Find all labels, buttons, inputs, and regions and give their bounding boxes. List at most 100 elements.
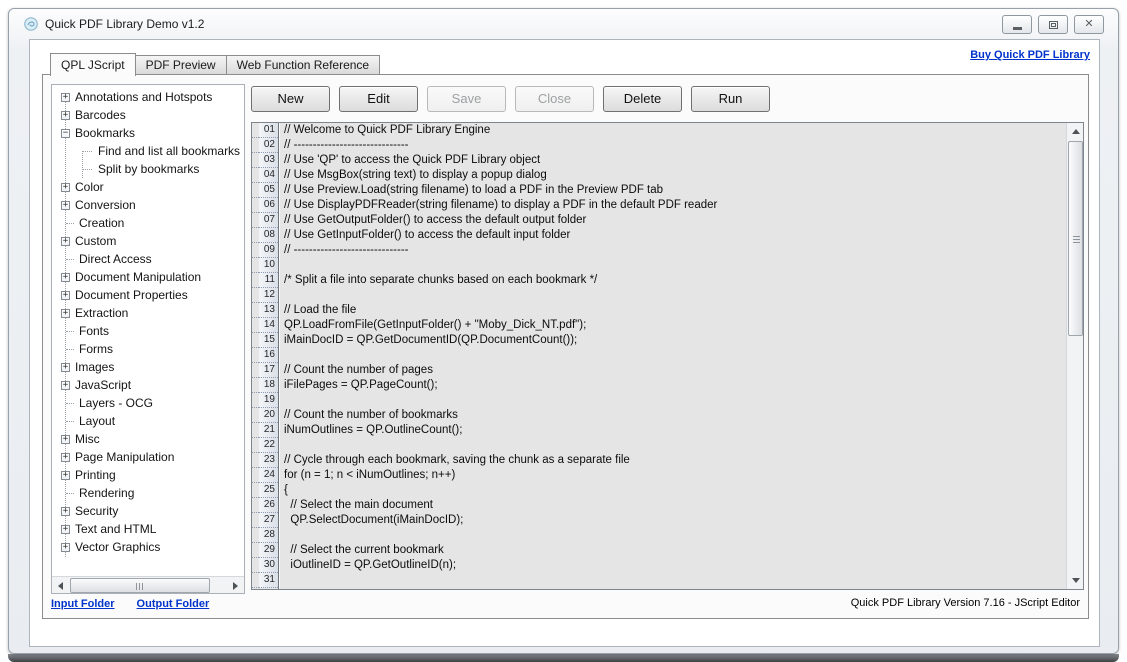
expand-icon[interactable]: + bbox=[61, 201, 70, 210]
tree-item-creation[interactable]: Creation bbox=[52, 214, 244, 232]
code-line[interactable]: // Count the number of bookmarks bbox=[280, 408, 1066, 423]
jscript-code-editor[interactable]: 0102030405060708091011121314151617181920… bbox=[251, 122, 1084, 590]
tree-item-bookmarks[interactable]: −Bookmarks bbox=[52, 124, 244, 142]
tree-item-misc[interactable]: +Misc bbox=[52, 430, 244, 448]
expand-icon[interactable]: + bbox=[61, 525, 70, 534]
tree-item-rendering[interactable]: Rendering bbox=[52, 484, 244, 502]
tree-item-extraction[interactable]: +Extraction bbox=[52, 304, 244, 322]
expand-icon[interactable]: + bbox=[61, 111, 70, 120]
code-line[interactable]: iNumOutlines = QP.OutlineCount(); bbox=[280, 423, 1066, 438]
expand-icon[interactable]: + bbox=[61, 183, 70, 192]
tree-item-document-manipulation[interactable]: +Document Manipulation bbox=[52, 268, 244, 286]
code-line[interactable]: { bbox=[280, 483, 1066, 498]
tree-item-security[interactable]: +Security bbox=[52, 502, 244, 520]
code-line[interactable]: // Welcome to Quick PDF Library Engine bbox=[280, 123, 1066, 138]
expand-icon[interactable]: + bbox=[61, 453, 70, 462]
tree-item-direct-access[interactable]: Direct Access bbox=[52, 250, 244, 268]
code-line[interactable]: // Cycle through each bookmark, saving t… bbox=[280, 453, 1066, 468]
expand-icon[interactable]: + bbox=[61, 237, 70, 246]
maximize-button[interactable] bbox=[1038, 15, 1068, 34]
tree-item-images[interactable]: +Images bbox=[52, 358, 244, 376]
tree-item-conversion[interactable]: +Conversion bbox=[52, 196, 244, 214]
tree-item-printing[interactable]: +Printing bbox=[52, 466, 244, 484]
expand-icon[interactable]: + bbox=[61, 543, 70, 552]
tree-item-find-and-list-all-bookmarks[interactable]: Find and list all bookmarks bbox=[52, 142, 244, 160]
output-folder-link[interactable]: Output Folder bbox=[137, 598, 210, 610]
tree-item-forms[interactable]: Forms bbox=[52, 340, 244, 358]
tab-pdf-preview[interactable]: PDF Preview bbox=[136, 55, 227, 75]
tree-horizontal-scrollbar[interactable] bbox=[52, 576, 244, 593]
code-line[interactable]: iFilePages = QP.PageCount(); bbox=[280, 378, 1066, 393]
code-line[interactable]: // Use GetOutputFolder() to access the d… bbox=[280, 213, 1066, 228]
code-line[interactable]: // Load the file bbox=[280, 303, 1066, 318]
code-line[interactable]: // Count the number of pages bbox=[280, 363, 1066, 378]
tree-item-vector-graphics[interactable]: +Vector Graphics bbox=[52, 538, 244, 556]
code-line[interactable]: /* Split a file into separate chunks bas… bbox=[280, 273, 1066, 288]
tree-item-page-manipulation[interactable]: +Page Manipulation bbox=[52, 448, 244, 466]
expand-icon[interactable]: + bbox=[61, 309, 70, 318]
expand-icon[interactable]: + bbox=[61, 273, 70, 282]
expand-icon[interactable]: + bbox=[61, 471, 70, 480]
code-line[interactable] bbox=[280, 258, 1066, 273]
close-button[interactable]: ✕ bbox=[1074, 15, 1104, 34]
expand-icon[interactable]: + bbox=[61, 381, 70, 390]
title-bar[interactable]: Quick PDF Library Demo v1.2 ✕ bbox=[9, 9, 1118, 39]
buy-quick-pdf-library-link[interactable]: Buy Quick PDF Library bbox=[970, 49, 1090, 61]
tree-item-annotations-and-hotspots[interactable]: +Annotations and Hotspots bbox=[52, 88, 244, 106]
edit-button[interactable]: Edit bbox=[339, 86, 418, 112]
code-line[interactable]: QP.LoadFromFile(GetInputFolder() + "Moby… bbox=[280, 318, 1066, 333]
code-line[interactable]: // Use GetInputFolder() to access the de… bbox=[280, 228, 1066, 243]
tree-item-split-by-bookmarks[interactable]: Split by bookmarks bbox=[52, 160, 244, 178]
code-line[interactable] bbox=[280, 393, 1066, 408]
minimize-button[interactable] bbox=[1002, 15, 1032, 34]
code-line[interactable] bbox=[280, 348, 1066, 363]
tab-qpl-jscript[interactable]: QPL JScript bbox=[50, 53, 136, 76]
tree-scrollbar-thumb[interactable] bbox=[70, 578, 210, 593]
expand-icon[interactable]: + bbox=[61, 363, 70, 372]
code-line[interactable] bbox=[280, 528, 1066, 543]
code-line[interactable]: // Use MsgBox(string text) to display a … bbox=[280, 168, 1066, 183]
line-number-cell: 03 bbox=[252, 153, 278, 168]
editor-scrollbar-thumb[interactable] bbox=[1068, 141, 1083, 336]
scroll-down-arrow[interactable] bbox=[1067, 572, 1084, 589]
tree-item-custom[interactable]: +Custom bbox=[52, 232, 244, 250]
code-line[interactable] bbox=[280, 288, 1066, 303]
tree-item-document-properties[interactable]: +Document Properties bbox=[52, 286, 244, 304]
tree-item-fonts[interactable]: Fonts bbox=[52, 322, 244, 340]
input-folder-link[interactable]: Input Folder bbox=[51, 598, 115, 610]
expand-icon[interactable]: + bbox=[61, 507, 70, 516]
new-button[interactable]: New bbox=[251, 86, 330, 112]
collapse-icon[interactable]: − bbox=[61, 129, 70, 138]
code-line[interactable] bbox=[280, 573, 1066, 588]
scroll-up-arrow[interactable] bbox=[1067, 123, 1084, 140]
tree-item-barcodes[interactable]: +Barcodes bbox=[52, 106, 244, 124]
scroll-left-arrow[interactable] bbox=[52, 577, 69, 594]
code-line[interactable]: // Select the main document bbox=[280, 498, 1066, 513]
tree-item-color[interactable]: +Color bbox=[52, 178, 244, 196]
code-line[interactable] bbox=[280, 438, 1066, 453]
expand-icon[interactable]: + bbox=[61, 435, 70, 444]
code-line[interactable]: for (n = 1; n < iNumOutlines; n++) bbox=[280, 468, 1066, 483]
code-line[interactable]: // Use 'QP' to access the Quick PDF Libr… bbox=[280, 153, 1066, 168]
delete-button[interactable]: Delete bbox=[603, 86, 682, 112]
scroll-right-arrow[interactable] bbox=[227, 577, 244, 594]
tree-item-text-and-html[interactable]: +Text and HTML bbox=[52, 520, 244, 538]
code-line[interactable]: // ------------------------------ bbox=[280, 243, 1066, 258]
code-line[interactable]: iMainDocID = QP.GetDocumentID(QP.Documen… bbox=[280, 333, 1066, 348]
code-line[interactable]: iOutlineID = QP.GetOutlineID(n); bbox=[280, 558, 1066, 573]
tree-item-javascript[interactable]: +JavaScript bbox=[52, 376, 244, 394]
tab-web-function-reference[interactable]: Web Function Reference bbox=[227, 55, 381, 75]
code-line[interactable]: // ------------------------------ bbox=[280, 138, 1066, 153]
tree-item-layout[interactable]: Layout bbox=[52, 412, 244, 430]
code-line[interactable]: // Use DisplayPDFReader(string filename)… bbox=[280, 198, 1066, 213]
tree-item-layers-ocg[interactable]: Layers - OCG bbox=[52, 394, 244, 412]
expand-icon[interactable]: + bbox=[61, 93, 70, 102]
editor-vertical-scrollbar[interactable] bbox=[1066, 123, 1083, 589]
tree-connector bbox=[66, 331, 74, 332]
code-line[interactable]: QP.SelectDocument(iMainDocID); bbox=[280, 513, 1066, 528]
run-button[interactable]: Run bbox=[691, 86, 770, 112]
code-line[interactable]: // Select the current bookmark bbox=[280, 543, 1066, 558]
code-line[interactable]: // Use Preview.Load(string filename) to … bbox=[280, 183, 1066, 198]
expand-icon[interactable]: + bbox=[61, 291, 70, 300]
code-text-area[interactable]: // Welcome to Quick PDF Library Engine//… bbox=[280, 123, 1066, 589]
